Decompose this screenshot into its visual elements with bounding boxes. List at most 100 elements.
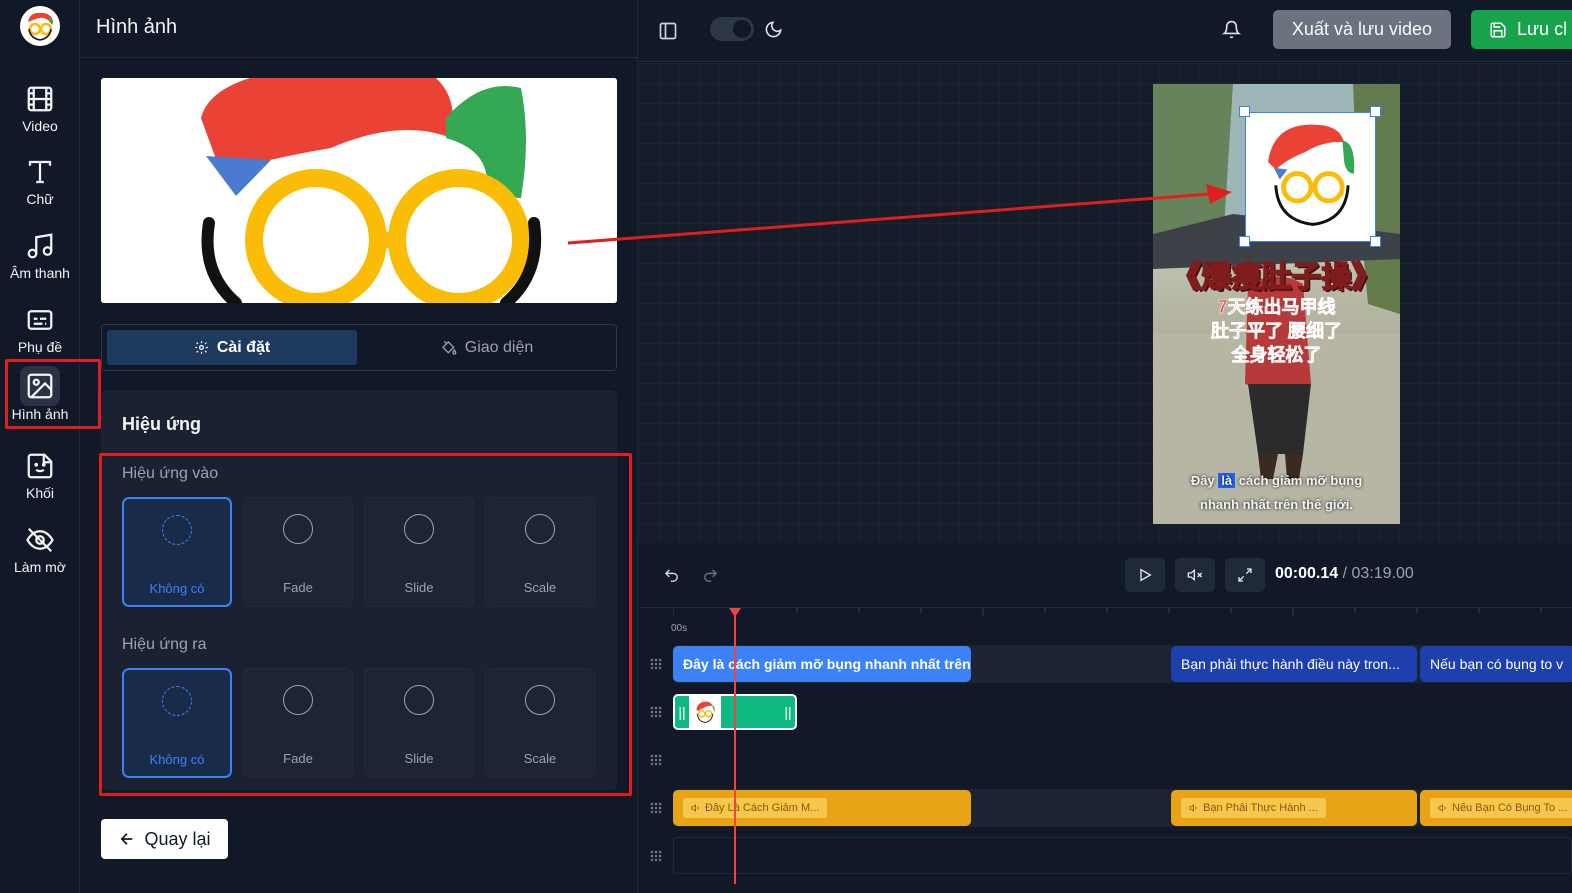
panel-header: Hình ảnh xyxy=(81,0,638,58)
sidebar-item-subtitles[interactable]: Phụ đề xyxy=(0,295,80,361)
app-logo[interactable] xyxy=(20,6,60,46)
text-icon xyxy=(28,160,52,184)
in-effect-none[interactable]: Không có xyxy=(122,497,232,607)
option-label: Scale xyxy=(523,580,557,595)
fullscreen-button[interactable] xyxy=(1225,558,1265,592)
drag-grip-icon[interactable] xyxy=(649,753,663,767)
playback-controls: 00:00.14 / 03:19.00 xyxy=(639,543,1572,608)
timeline[interactable]: 00s Đây là cách giảm mỡ bụng nhanh nhất … xyxy=(639,608,1572,893)
sidebar-item-text[interactable]: Chữ xyxy=(0,147,80,213)
music-icon xyxy=(27,233,53,259)
time-ruler[interactable]: 00s xyxy=(671,608,1572,636)
out-effect-scale[interactable]: Scale xyxy=(485,668,595,778)
effect-slide-icon xyxy=(404,514,434,544)
audio-clip[interactable]: Nếu Bạn Có Bụng To ... xyxy=(1420,790,1572,826)
film-icon xyxy=(27,86,53,112)
sidebar-item-images[interactable]: Hình ảnh xyxy=(0,362,80,428)
speaker-icon xyxy=(1189,804,1197,812)
video-frame[interactable]: 《爆瘦肚子操》 7天练出马甲线 肚子平了 腰细了 全身轻松了 Đây là cá… xyxy=(1153,84,1400,524)
logo-preview-image xyxy=(101,78,617,303)
mute-button[interactable] xyxy=(1175,558,1215,592)
drag-grip-icon[interactable] xyxy=(649,705,663,719)
resize-handle-ne[interactable] xyxy=(1370,106,1381,117)
clip-trim-handle-right[interactable]: || xyxy=(781,696,795,728)
text-clip[interactable]: Bạn phải thực hành điều này tron... xyxy=(1171,646,1417,682)
time-separator: / xyxy=(1342,565,1348,582)
save-button[interactable]: Lưu cl xyxy=(1471,10,1572,49)
video-sub-line-2: 肚子平了 腰细了 xyxy=(1210,321,1343,342)
image-settings-panel: Hình ảnh Cài đặt Giao diện Hiệu ứng Hiệu… xyxy=(81,0,638,893)
text-clip[interactable]: Nếu bạn có bụng to v xyxy=(1420,646,1572,682)
app-root: Video Chữ Âm thanh Phụ đề Hình ảnh Khối … xyxy=(0,0,1572,893)
gear-icon xyxy=(195,341,208,354)
sidebar-item-video[interactable]: Video xyxy=(0,74,80,140)
video-sub-line-3: 全身轻松了 xyxy=(1231,345,1322,366)
preview-canvas: 《爆瘦肚子操》 7天练出马甲线 肚子平了 腰细了 全身轻松了 Đây là cá… xyxy=(639,63,1572,543)
drag-grip-icon[interactable] xyxy=(649,801,663,815)
resize-handle-nw[interactable] xyxy=(1239,106,1250,117)
playhead[interactable] xyxy=(729,608,741,884)
text-track[interactable]: Đây là cách giảm mỡ bụng nhanh nhất trên… xyxy=(673,645,1572,683)
eye-off-icon xyxy=(26,527,54,553)
selected-image-overlay[interactable] xyxy=(1245,112,1376,242)
volume-mute-icon xyxy=(1187,568,1203,582)
tab-settings-label: Cài đặt xyxy=(216,338,271,356)
out-effect-fade[interactable]: Fade xyxy=(243,668,353,778)
drag-grip-icon[interactable] xyxy=(649,657,663,671)
back-button[interactable]: Quay lại xyxy=(101,819,228,859)
save-icon xyxy=(1490,22,1506,37)
sidebar-toggle-icon[interactable] xyxy=(658,21,678,41)
audio-clip-label: Đây Là Cách Giảm M... xyxy=(683,798,828,818)
option-label: Fade xyxy=(283,580,313,595)
image-clip-thumbnail xyxy=(689,696,721,728)
in-effect-fade[interactable]: Fade xyxy=(243,497,353,607)
active-item-bg xyxy=(20,366,60,406)
effects-card: Hiệu ứng Hiệu ứng vào Không có Fade Slid… xyxy=(101,390,617,790)
effect-scale-icon xyxy=(525,685,555,715)
play-button[interactable] xyxy=(1125,558,1165,592)
bell-icon[interactable] xyxy=(1222,20,1241,39)
option-label: Không có xyxy=(149,581,205,596)
export-button[interactable]: Xuất và lưu video xyxy=(1273,10,1451,49)
in-effect-slide[interactable]: Slide xyxy=(364,497,474,607)
tab-settings[interactable]: Cài đặt xyxy=(107,330,357,365)
audio-clip[interactable]: Đây Là Cách Giảm M... xyxy=(673,790,971,826)
tab-appearance[interactable]: Giao diện xyxy=(362,330,612,365)
effect-fade-icon xyxy=(283,685,313,715)
play-icon xyxy=(1140,568,1152,582)
audio-clip-text: Bạn Phải Thực Hành ... xyxy=(1203,802,1318,814)
effects-title: Hiệu ứng xyxy=(122,414,202,434)
logo-thumb-icon xyxy=(696,701,715,723)
empty-track[interactable] xyxy=(673,741,1572,779)
effect-scale-icon xyxy=(525,514,555,544)
sidebar-item-audio[interactable]: Âm thanh xyxy=(0,221,80,287)
out-effect-slide[interactable]: Slide xyxy=(364,668,474,778)
sidebar-item-blur[interactable]: Làm mờ xyxy=(0,515,80,581)
caption-line-2: nhanh nhất trên thế giới. xyxy=(1200,497,1353,512)
image-track[interactable]: || || xyxy=(673,693,1572,731)
logo-icon xyxy=(28,12,53,41)
annotation-arrow xyxy=(567,184,1232,245)
sidebar-item-label: Khối xyxy=(25,485,55,501)
option-label: Không có xyxy=(149,752,205,767)
resize-handle-se[interactable] xyxy=(1370,236,1381,247)
sidebar-item-stickers[interactable]: Khối xyxy=(0,441,80,507)
in-effect-scale[interactable]: Scale xyxy=(485,497,595,607)
out-effect-none[interactable]: Không có xyxy=(122,668,232,778)
sidebar-item-label: Video xyxy=(22,118,58,134)
theme-toggle[interactable] xyxy=(710,17,754,41)
audio-clip[interactable]: Bạn Phải Thực Hành ... xyxy=(1171,790,1417,826)
undo-icon[interactable] xyxy=(663,567,680,584)
expand-icon xyxy=(1238,568,1252,582)
effect-none-icon xyxy=(162,686,192,716)
redo-icon[interactable] xyxy=(702,567,719,584)
drag-grip-icon[interactable] xyxy=(649,849,663,863)
sidebar-item-label: Làm mờ xyxy=(14,559,66,575)
clip-trim-handle-left[interactable]: || xyxy=(675,696,689,728)
sidebar-item-label: Hình ảnh xyxy=(11,406,69,422)
empty-track[interactable] xyxy=(673,837,1572,874)
effect-none-icon xyxy=(162,515,192,545)
audio-track[interactable]: Đây Là Cách Giảm M... Bạn Phải Thực Hành… xyxy=(673,789,1572,827)
current-time: 00:00.14 xyxy=(1275,565,1339,582)
text-clip[interactable]: Đây là cách giảm mỡ bụng nhanh nhất trên… xyxy=(673,646,971,682)
